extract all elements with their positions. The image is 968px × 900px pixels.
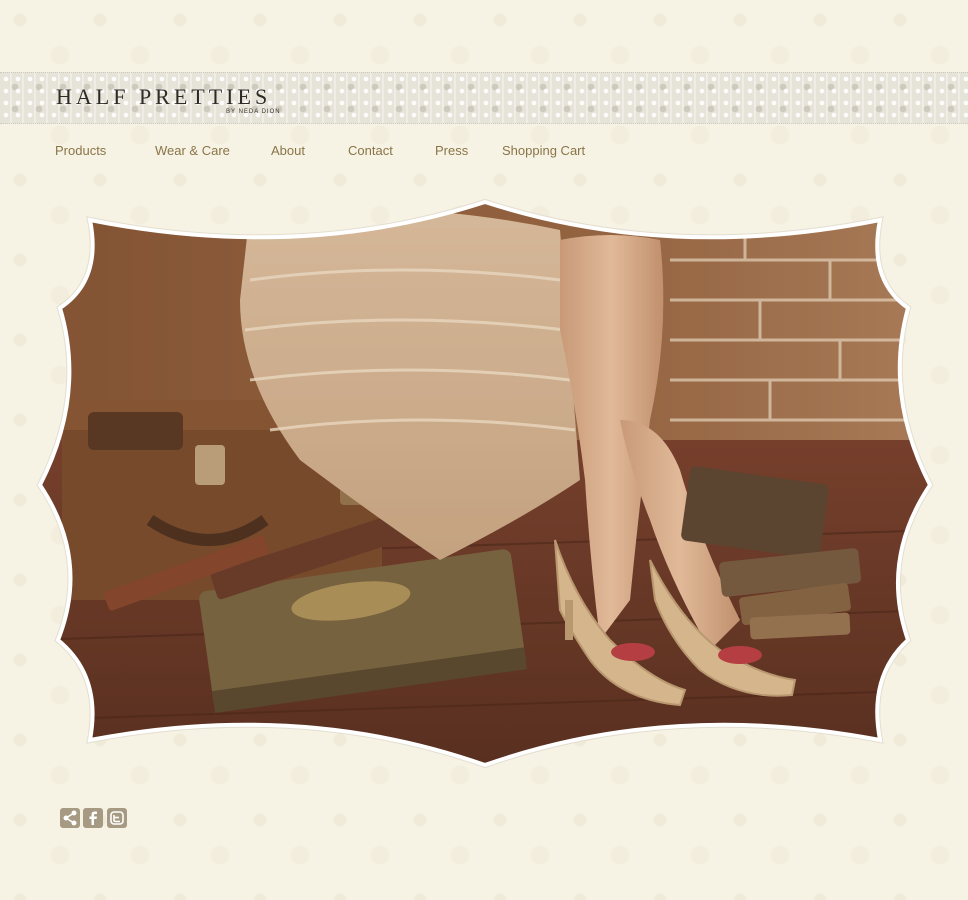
logo-title: HALF PRETTIES xyxy=(56,84,272,109)
facebook-icon[interactable] xyxy=(83,808,103,828)
nav-item-wear-care[interactable]: Wear & Care xyxy=(155,143,230,158)
hero-photo-frame xyxy=(36,198,934,769)
twitter-icon[interactable] xyxy=(107,808,127,828)
logo-subtitle: BY NEDA DION xyxy=(226,109,281,115)
site-logo[interactable]: HALF PRETTIES BY NEDA DION xyxy=(56,84,280,118)
nav-item-shopping-cart[interactable]: Shopping Cart xyxy=(502,143,585,158)
nav-item-contact[interactable]: Contact xyxy=(348,143,393,158)
share-icon[interactable] xyxy=(60,808,80,828)
nav-item-press[interactable]: Press xyxy=(435,143,468,158)
nav-item-about[interactable]: About xyxy=(271,143,305,158)
nav-item-products[interactable]: Products xyxy=(55,143,106,158)
